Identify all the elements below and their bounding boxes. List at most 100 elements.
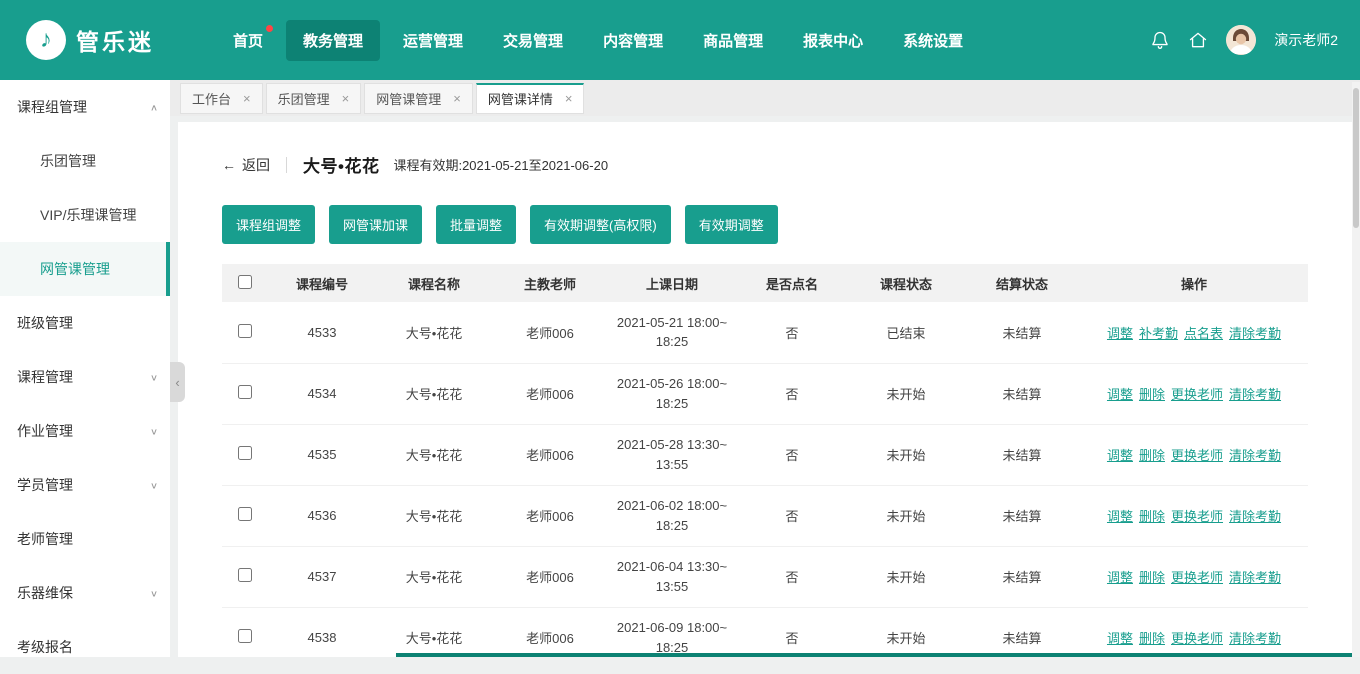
tab-bar: 工作台× 乐团管理× 网管课管理× 网管课详情 × [170, 80, 1360, 116]
rollcall-sheet-link[interactable]: 点名表 [1184, 326, 1223, 341]
delete-link[interactable]: 删除 [1139, 448, 1165, 463]
validity-adjust-privileged-button[interactable]: 有效期调整(高权限) [530, 205, 671, 244]
add-online-course-button[interactable]: 网管课加课 [329, 205, 422, 244]
back-arrow-icon: ← [222, 157, 236, 173]
vertical-scrollbar-thumb[interactable] [1353, 88, 1359, 228]
home-icon[interactable] [1188, 30, 1208, 50]
clear-attendance-link[interactable]: 清除考勤 [1229, 326, 1281, 341]
sidebar-item-course-mgmt[interactable]: 课程管理∨ [0, 350, 170, 404]
nav-item-label: 内容管理 [603, 33, 663, 50]
makeup-attendance-link[interactable]: 补考勤 [1139, 326, 1178, 341]
row-checkbox[interactable] [238, 385, 252, 399]
back-button[interactable]: ← 返回 [222, 155, 270, 175]
sidebar-item-orchestra-mgmt[interactable]: 乐团管理 [0, 134, 170, 188]
adjust-link[interactable]: 调整 [1107, 448, 1133, 463]
clear-attendance-link[interactable]: 清除考勤 [1229, 387, 1281, 402]
user-avatar[interactable] [1226, 25, 1256, 55]
close-icon[interactable]: × [453, 91, 461, 106]
clear-attendance-link[interactable]: 清除考勤 [1229, 631, 1281, 646]
table-row: 4535 大号•花花 老师006 2021-05-28 13:30~13:55 … [222, 424, 1308, 485]
nav-item-content[interactable]: 内容管理 [586, 20, 680, 61]
sidebar-item-online-course-mgmt[interactable]: 网管课管理 [0, 242, 170, 296]
close-icon[interactable]: × [565, 91, 573, 106]
vertical-scrollbar-track[interactable] [1352, 82, 1360, 657]
cell-teacher: 老师006 [492, 302, 608, 363]
nav-item-label: 首页 [233, 33, 263, 50]
row-checkbox[interactable] [238, 446, 252, 460]
notification-dot [266, 25, 273, 32]
change-teacher-link[interactable]: 更换老师 [1171, 570, 1223, 585]
chevron-down-icon: ∨ [150, 372, 158, 382]
chevron-down-icon: ∨ [150, 480, 158, 490]
nav-item-operations[interactable]: 运营管理 [386, 20, 480, 61]
adjust-link[interactable]: 调整 [1107, 570, 1133, 585]
row-checkbox[interactable] [238, 629, 252, 643]
sidebar-item-class-mgmt[interactable]: 班级管理 [0, 296, 170, 350]
nav-item-settings[interactable]: 系统设置 [886, 20, 980, 61]
cell-actions: 调整补考勤点名表清除考勤 [1080, 302, 1308, 363]
clear-attendance-link[interactable]: 清除考勤 [1229, 570, 1281, 585]
col-course-id: 课程编号 [268, 264, 376, 302]
nav-item-home[interactable]: 首页 [216, 20, 280, 61]
delete-link[interactable]: 删除 [1139, 387, 1165, 402]
col-teacher: 主教老师 [492, 264, 608, 302]
batch-adjust-button[interactable]: 批量调整 [436, 205, 516, 244]
cell-teacher: 老师006 [492, 485, 608, 546]
cell-date: 2021-06-09 18:00~18:25 [608, 607, 736, 657]
nav-item-products[interactable]: 商品管理 [686, 20, 780, 61]
clear-attendance-link[interactable]: 清除考勤 [1229, 448, 1281, 463]
sidebar-item-vip-theory-mgmt[interactable]: VIP/乐理课管理 [0, 188, 170, 242]
adjust-link[interactable]: 调整 [1107, 387, 1133, 402]
change-teacher-link[interactable]: 更换老师 [1171, 631, 1223, 646]
cell-date: 2021-05-21 18:00~18:25 [608, 302, 736, 363]
user-name[interactable]: 演示老师2 [1274, 30, 1338, 50]
sidebar-item-course-group-mgmt[interactable]: 课程组管理∧ [0, 80, 170, 134]
change-teacher-link[interactable]: 更换老师 [1171, 509, 1223, 524]
table-row: 4534 大号•花花 老师006 2021-05-26 18:00~18:25 … [222, 363, 1308, 424]
clear-attendance-link[interactable]: 清除考勤 [1229, 509, 1281, 524]
logo-glyph: ♪ [40, 26, 52, 54]
sidebar-item-label: 老师管理 [17, 529, 73, 549]
change-teacher-link[interactable]: 更换老师 [1171, 387, 1223, 402]
tab-online-course-mgmt[interactable]: 网管课管理× [364, 83, 473, 114]
sidebar-item-teacher-mgmt[interactable]: 老师管理 [0, 512, 170, 566]
select-all-checkbox[interactable] [238, 275, 252, 289]
nav-item-transactions[interactable]: 交易管理 [486, 20, 580, 61]
nav-item-academic[interactable]: 教务管理 [286, 20, 380, 61]
tab-orchestra-mgmt[interactable]: 乐团管理× [266, 83, 362, 114]
change-teacher-link[interactable]: 更换老师 [1171, 448, 1223, 463]
delete-link[interactable]: 删除 [1139, 509, 1165, 524]
sidebar-item-grade-exam[interactable]: 考级报名 [0, 620, 170, 674]
adjust-link[interactable]: 调整 [1107, 631, 1133, 646]
row-checkbox[interactable] [238, 324, 252, 338]
bell-icon[interactable] [1150, 30, 1170, 50]
close-icon[interactable]: × [243, 91, 251, 106]
sidebar-item-label: 乐团管理 [40, 151, 96, 171]
validity-adjust-button[interactable]: 有效期调整 [685, 205, 778, 244]
adjust-link[interactable]: 调整 [1107, 326, 1133, 341]
tab-label: 网管课详情 [488, 89, 553, 108]
cell-course-name: 大号•花花 [376, 424, 492, 485]
cell-rollcall: 否 [736, 363, 848, 424]
delete-link[interactable]: 删除 [1139, 631, 1165, 646]
close-icon[interactable]: × [342, 91, 350, 106]
select-all-cell [222, 264, 268, 302]
delete-link[interactable]: 删除 [1139, 570, 1165, 585]
course-group-adjust-button[interactable]: 课程组调整 [222, 205, 315, 244]
checkbox-cell [222, 363, 268, 424]
row-checkbox[interactable] [238, 568, 252, 582]
sidebar-item-homework-mgmt[interactable]: 作业管理∨ [0, 404, 170, 458]
adjust-link[interactable]: 调整 [1107, 509, 1133, 524]
horizontal-scrollbar-thumb[interactable] [396, 653, 1352, 657]
tab-online-course-detail[interactable]: 网管课详情 × [476, 83, 585, 114]
cell-teacher: 老师006 [492, 607, 608, 657]
nav-item-reports[interactable]: 报表中心 [786, 20, 880, 61]
tab-workbench[interactable]: 工作台× [180, 83, 263, 114]
date-text: 2021-05-28 13:30~13:55 [616, 435, 728, 474]
row-checkbox[interactable] [238, 507, 252, 521]
cell-date: 2021-06-02 18:00~18:25 [608, 485, 736, 546]
chevron-up-icon: ∧ [150, 102, 158, 112]
sidebar-item-student-mgmt[interactable]: 学员管理∨ [0, 458, 170, 512]
sidebar-item-instrument-maintenance[interactable]: 乐器维保∨ [0, 566, 170, 620]
sidebar-collapse-handle[interactable]: ‹ [170, 362, 185, 402]
